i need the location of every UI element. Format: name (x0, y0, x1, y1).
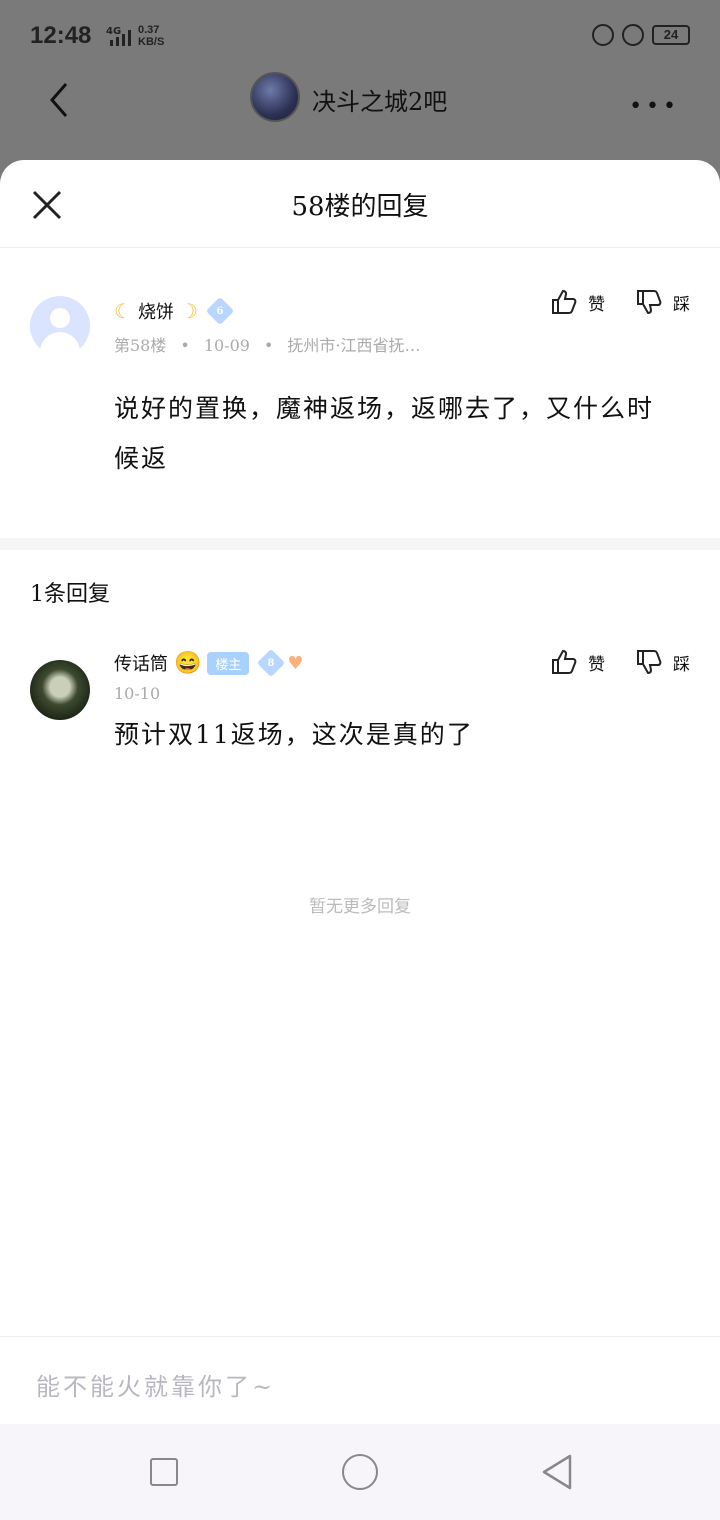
reply-content: 预计双11返场，这次是真的了 (114, 720, 474, 749)
forum-name[interactable]: 决斗之城2吧 (312, 82, 447, 117)
status-bar: 12:48 4G 0.37 KB/S 24 (0, 0, 720, 70)
level-badge: 8 (257, 648, 286, 678)
reply-username[interactable]: 传话筒 (114, 650, 168, 676)
avatar-head-shape (50, 308, 70, 328)
comment-input-placeholder[interactable]: 能不能火就靠你了~ (36, 1367, 275, 1402)
level-value: 8 (267, 657, 275, 669)
like-label: 赞 (588, 654, 605, 675)
network-speed: 0.37 KB/S (138, 24, 164, 48)
recent-apps-icon[interactable] (150, 1458, 178, 1486)
battery-icon: 24 (652, 25, 690, 45)
post-content: 说好的置换，魔神返场，返哪去了，又什么时候返 (114, 394, 655, 473)
grinning-emoji-icon: 😄 (174, 650, 202, 676)
back-icon[interactable] (40, 80, 80, 120)
reply-actions: 赞 踩 (550, 648, 690, 676)
avatar[interactable] (30, 660, 90, 720)
avatar[interactable] (30, 296, 90, 356)
post-floor: 第58楼 (114, 336, 167, 355)
sheet-title: 58楼的回复 (291, 192, 429, 222)
home-icon[interactable] (342, 1454, 378, 1490)
speed-value: 0.37 (138, 24, 160, 36)
post-username[interactable]: 烧饼 (138, 298, 174, 324)
reply-date: 10-10 (114, 684, 161, 703)
reply-user-line: 传话筒 😄 楼主 8 ♥ (114, 648, 304, 678)
reply-item: 传话筒 😄 楼主 8 ♥ 10-10 赞 踩 预计双11返场，这次是真的了 (0, 634, 720, 834)
owner-tag: 楼主 (207, 651, 250, 675)
post-meta: 第58楼 • 10-09 • 抚州市·江西省抚… (114, 336, 421, 355)
section-divider (0, 538, 720, 550)
thumbs-up-icon (552, 289, 577, 314)
decoration-badge-icon: ♥ (287, 652, 304, 674)
status-time: 12:48 (30, 22, 92, 49)
status-icons: 24 (592, 24, 690, 46)
original-post: ☾ 烧饼 ☽ 6 第58楼 • 10-09 • 抚州市·江西省抚… 赞 踩 说好的置换，… (0, 248, 720, 538)
dislike-button[interactable]: 踩 (635, 648, 690, 676)
speed-unit: KB/S (138, 36, 165, 48)
nav-back-icon[interactable] (540, 1454, 574, 1490)
sheet-header: 58楼的回复 (0, 160, 720, 248)
like-button[interactable]: 赞 (550, 288, 605, 316)
no-more-replies: 暂无更多回复 (309, 897, 411, 917)
reply-sheet: 58楼的回复 ☾ 烧饼 ☽ 6 第58楼 • 10-09 • 抚州市·江西省抚… 赞 (0, 160, 720, 1424)
system-nav-bar (0, 1424, 720, 1520)
level-value: 6 (216, 305, 224, 317)
rotation-lock-icon (592, 24, 614, 46)
signal-icon (110, 30, 131, 46)
post-actions: 赞 踩 (550, 288, 690, 316)
dislike-button[interactable]: 踩 (635, 288, 690, 316)
dislike-label: 踩 (673, 654, 690, 675)
moon-icon: ☽ (179, 299, 198, 323)
reply-meta: 10-10 (114, 684, 160, 703)
avatar-body-shape (40, 332, 80, 356)
dislike-label: 踩 (673, 294, 690, 315)
post-date: 10-09 (203, 336, 250, 355)
forum-avatar[interactable] (250, 72, 300, 122)
like-button[interactable]: 赞 (550, 648, 605, 676)
like-label: 赞 (588, 294, 605, 315)
comment-input-bar[interactable]: 能不能火就靠你了~ (0, 1336, 720, 1424)
alarm-icon (622, 24, 644, 46)
moon-icon: ☾ (114, 299, 132, 323)
thumbs-down-icon (637, 650, 662, 675)
reply-count: 1条回复 (30, 582, 110, 607)
level-badge: 6 (205, 296, 235, 326)
post-location: 抚州市·江西省抚… (287, 336, 421, 355)
more-icon[interactable]: ••• (629, 94, 680, 119)
thumbs-down-icon (637, 290, 662, 315)
forum-topbar: 决斗之城2吧 ••• (0, 70, 720, 160)
thumbs-up-icon (552, 649, 577, 674)
post-user-line: ☾ 烧饼 ☽ 6 (114, 296, 235, 326)
